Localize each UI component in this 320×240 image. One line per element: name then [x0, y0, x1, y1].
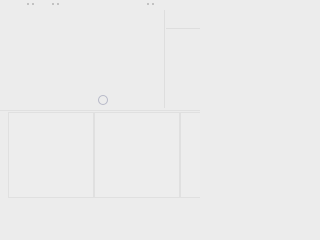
toolbar-dot — [57, 3, 59, 5]
toolbar-dot — [27, 3, 29, 5]
side-panel — [166, 10, 200, 108]
toolbar-dots-right[interactable] — [147, 3, 154, 5]
section-divider — [0, 110, 200, 111]
toolbar-dots-center[interactable] — [52, 3, 59, 5]
content-panel[interactable] — [8, 112, 94, 198]
app-window — [0, 0, 200, 200]
top-toolbar — [0, 0, 200, 10]
main-content-area — [0, 10, 165, 108]
toolbar-dots-left[interactable] — [27, 3, 34, 5]
side-panel-divider — [166, 28, 200, 29]
toolbar-dot — [152, 3, 154, 5]
toolbar-dot — [147, 3, 149, 5]
content-panel[interactable] — [180, 112, 200, 198]
panel-row — [0, 112, 200, 200]
loading-spinner-icon — [98, 95, 108, 105]
toolbar-dot — [52, 3, 54, 5]
content-panel[interactable] — [94, 112, 180, 198]
toolbar-dot — [32, 3, 34, 5]
